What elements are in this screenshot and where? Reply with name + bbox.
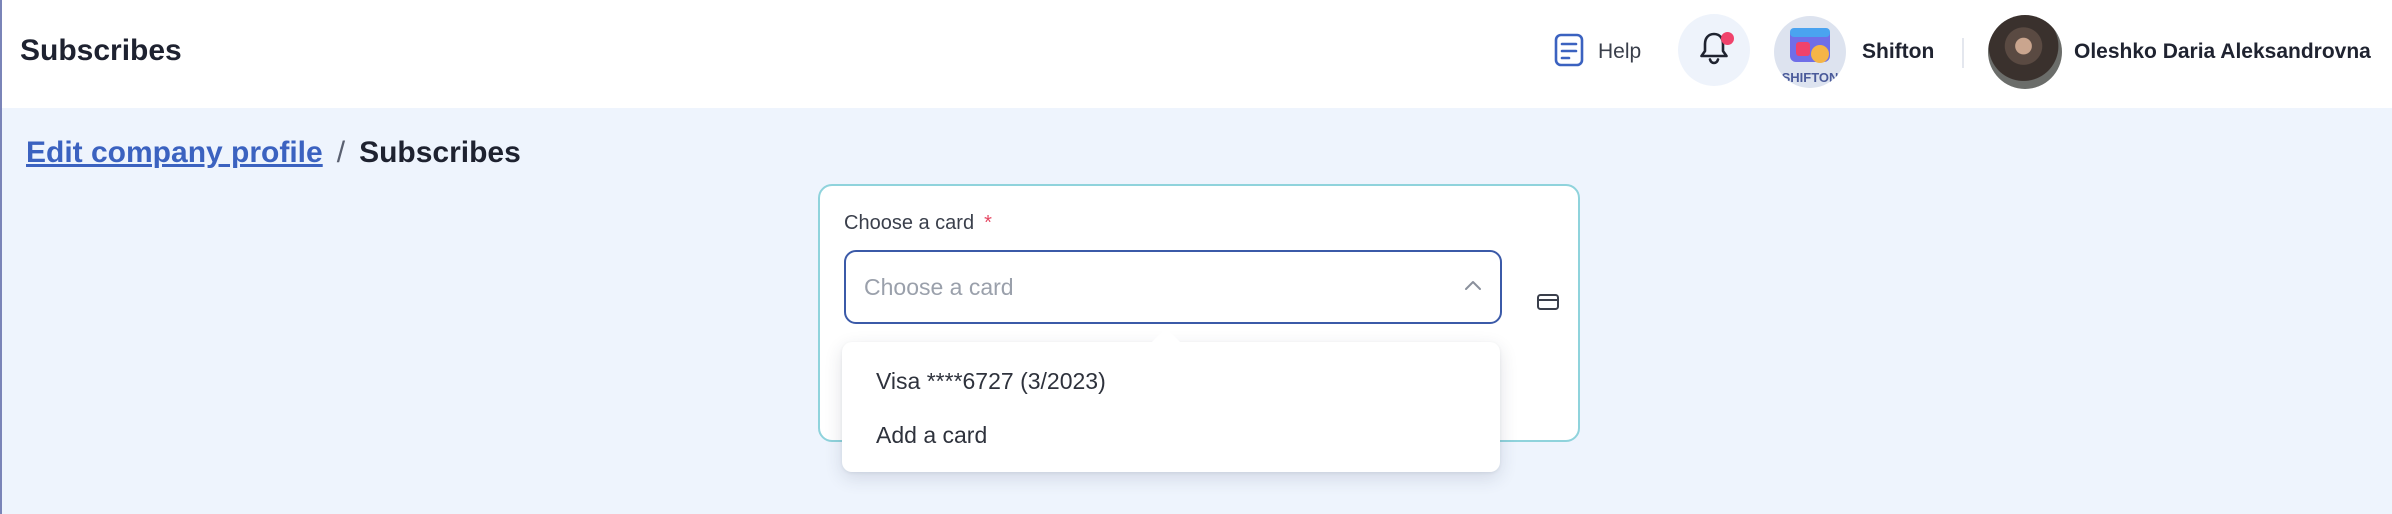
document-icon	[1554, 33, 1584, 72]
breadcrumb-separator: /	[336, 136, 346, 169]
user-menu[interactable]: Oleshko Daria Aleksandrovna	[1988, 14, 2371, 90]
notification-badge	[1721, 32, 1734, 45]
company-switcher[interactable]: SHIFTON Shifton	[1774, 16, 1934, 88]
user-name: Oleshko Daria Aleksandrovna	[2074, 40, 2371, 63]
card-option-visa[interactable]: Visa ****6727 (3/2023)	[842, 354, 1500, 408]
choose-card-label-text: Choose a card	[844, 212, 975, 234]
choose-card-label: Choose a card *	[844, 212, 992, 235]
breadcrumb-current: Subscribes	[359, 136, 521, 169]
breadcrumb-link-edit-company-profile[interactable]: Edit company profile	[26, 136, 323, 170]
company-name: Shifton	[1862, 40, 1935, 63]
credit-card-icon[interactable]	[1536, 292, 1560, 317]
breadcrumb: Edit company profile / Subscribes	[26, 136, 521, 170]
card-option-add-card[interactable]: Add a card	[842, 408, 1500, 462]
card-select[interactable]: Choose a card	[844, 250, 1502, 324]
chevron-up-icon	[1464, 278, 1482, 296]
top-header: Subscribes Help SHIFTON Shifton Oleshko …	[2, 0, 2392, 108]
company-logo: SHIFTON	[1774, 16, 1846, 88]
card-select-placeholder: Choose a card	[864, 273, 1014, 300]
company-logo-text: SHIFTON	[1782, 70, 1839, 85]
app-frame: Subscribes Help SHIFTON Shifton Oleshko …	[0, 0, 2392, 514]
header-divider	[1962, 38, 1964, 68]
help-label: Help	[1598, 40, 1642, 63]
help-link[interactable]: Help	[1554, 32, 1641, 72]
page-title: Subscribes	[20, 34, 182, 67]
required-mark: *	[984, 212, 992, 234]
notifications-button[interactable]	[1678, 14, 1750, 86]
card-dropdown-menu: Visa ****6727 (3/2023) Add a card	[842, 327, 1500, 472]
avatar	[1988, 15, 2062, 89]
